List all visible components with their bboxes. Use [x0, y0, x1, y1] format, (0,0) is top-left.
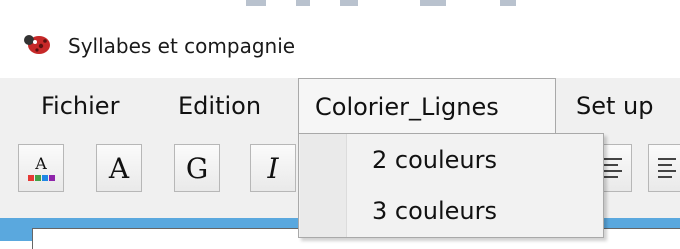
- font-icon: A: [108, 151, 130, 185]
- title-bar: Syllabes et compagnie: [0, 12, 680, 78]
- align-center-button[interactable]: [648, 144, 680, 192]
- menu-bar: Fichier Edition Colorier_Lignes Set up: [0, 78, 680, 134]
- bold-icon: G: [185, 151, 209, 185]
- color-swatch-strip: [27, 174, 55, 181]
- menu-set-up[interactable]: Set up: [576, 92, 653, 120]
- color-swatch: [48, 174, 55, 181]
- italic-button[interactable]: I: [250, 144, 296, 192]
- color-swatch: [34, 174, 41, 181]
- align-center-icon: [658, 158, 676, 178]
- font-button[interactable]: A: [96, 144, 142, 192]
- menu-icon-gutter: [300, 134, 347, 237]
- menu-fichier[interactable]: Fichier: [41, 92, 119, 120]
- text-color-button[interactable]: A: [18, 144, 64, 192]
- text-color-icon: A: [35, 153, 47, 173]
- italic-icon: I: [267, 151, 279, 185]
- align-left-icon: [604, 158, 622, 178]
- colorier-lignes-dropdown: 2 couleurs 3 couleurs: [298, 133, 604, 238]
- color-swatch: [27, 174, 34, 181]
- top-strip: [0, 0, 680, 12]
- bold-button[interactable]: G: [174, 144, 220, 192]
- menu-colorier-lignes[interactable]: Colorier_Lignes: [298, 78, 556, 134]
- menu-option-2-couleurs[interactable]: 2 couleurs: [372, 146, 497, 174]
- window-title: Syllabes et compagnie: [68, 34, 296, 58]
- menu-option-3-couleurs[interactable]: 3 couleurs: [372, 197, 497, 225]
- menu-edition[interactable]: Edition: [178, 92, 261, 120]
- ladybug-icon: [24, 35, 50, 54]
- color-swatch: [41, 174, 48, 181]
